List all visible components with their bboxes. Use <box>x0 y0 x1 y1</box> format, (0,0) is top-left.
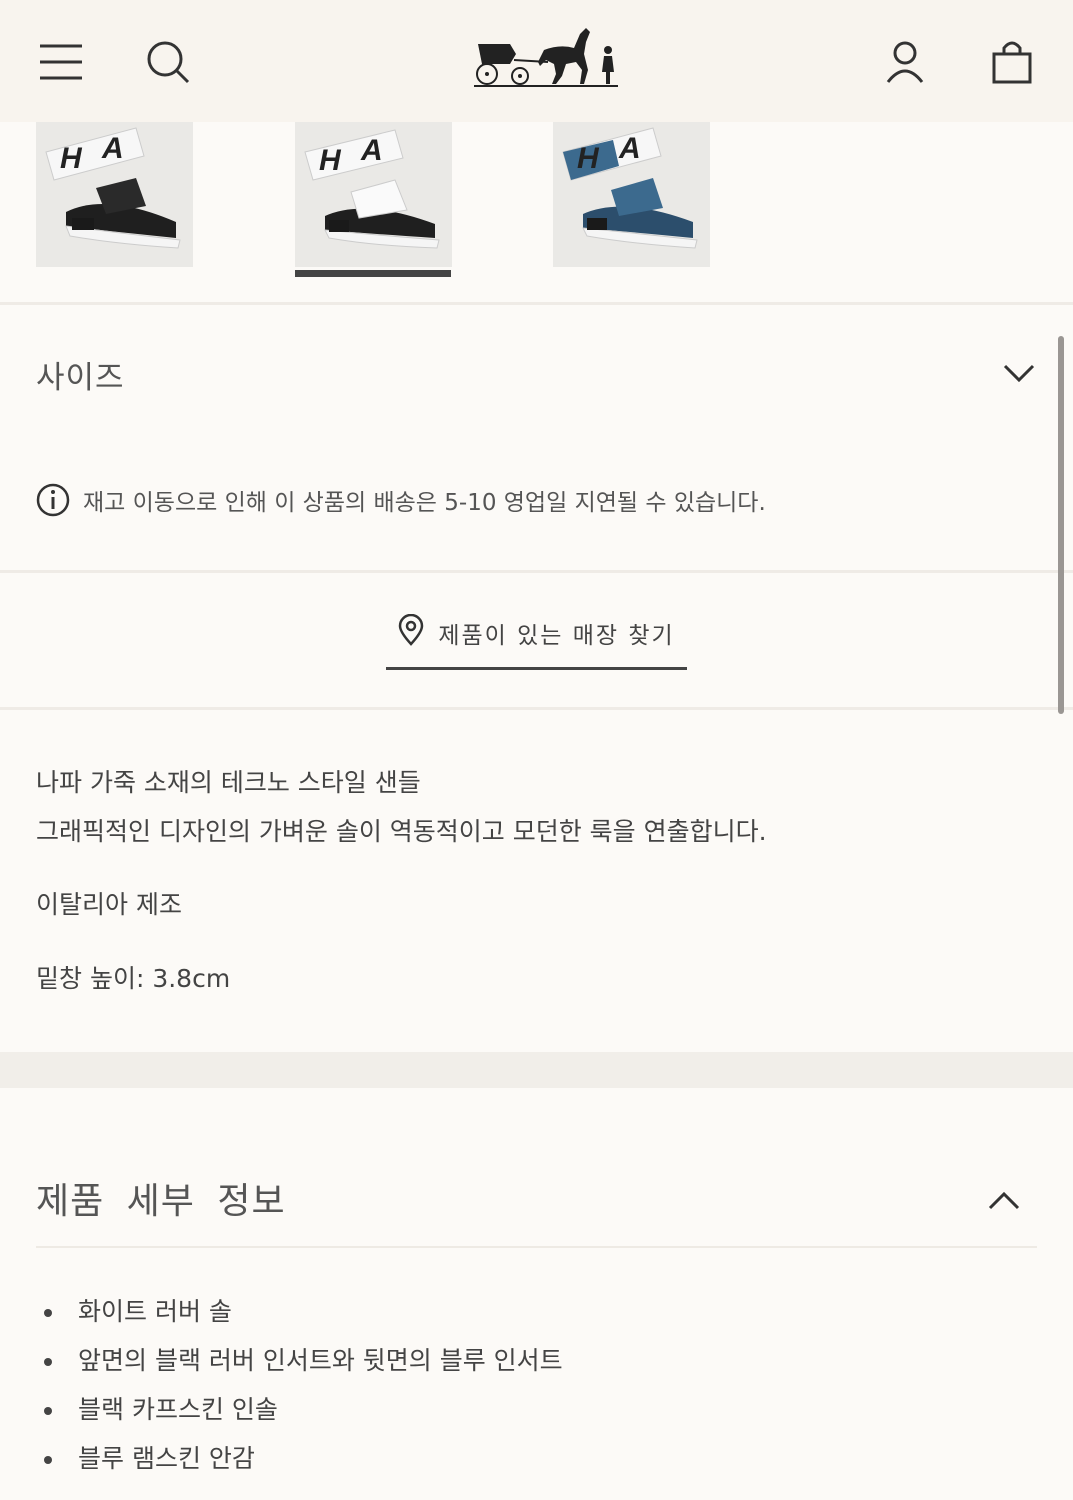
sandal-blue-image: H A <box>553 122 710 267</box>
section-separator <box>0 1052 1073 1088</box>
description-line: 나파 가죽 소재의 테크노 스타일 샌들 <box>36 768 421 797</box>
thumbnail-blue[interactable]: H A <box>553 122 710 267</box>
product-details-title: 제품 세부 정보 <box>36 1181 286 1222</box>
origin-text: 이탈리아 제조 <box>36 890 182 919</box>
thumbnail-white[interactable]: H A <box>295 122 452 267</box>
color-thumbnails: H A H A H A <box>0 122 1073 304</box>
thumbnail-selected-indicator <box>295 270 451 277</box>
description-line: 그래픽적인 디자인의 가벼운 솔이 역동적이고 모던한 룩을 연출합니다. <box>36 817 767 846</box>
sandal-white-image: H A <box>295 122 452 267</box>
chevron-down-icon <box>1003 364 1035 383</box>
user-icon <box>886 41 924 83</box>
chevron-up-icon <box>988 1191 1020 1210</box>
location-pin-icon <box>399 614 424 646</box>
size-label: 사이즈 <box>36 360 125 396</box>
sole-height-text: 밑창 높이: 3.8cm <box>36 964 231 993</box>
shipping-notice-text: 재고 이동으로 인해 이 상품의 배송은 5-10 영업일 지연될 수 있습니다… <box>83 490 766 516</box>
shopping-bag-icon <box>992 41 1032 84</box>
list-item: 앞면의 블랙 러버 인서트와 뒷면의 블루 인서트 <box>44 1341 563 1390</box>
search-icon <box>147 41 190 84</box>
shipping-notice: 재고 이동으로 인해 이 상품의 배송은 5-10 영업일 지연될 수 있습니다… <box>36 483 766 517</box>
svg-text:H: H <box>319 144 342 177</box>
list-item: 블루 램스킨 안감 <box>44 1439 563 1488</box>
scrollbar[interactable] <box>1058 336 1064 714</box>
divider <box>0 707 1073 710</box>
divider <box>36 1246 1037 1248</box>
svg-text:A: A <box>101 132 124 165</box>
product-details-header[interactable]: 제품 세부 정보 <box>0 1150 1073 1240</box>
svg-text:H: H <box>577 142 600 175</box>
svg-text:A: A <box>360 134 383 167</box>
list-item: 블랙 카프스킨 인솔 <box>44 1390 563 1439</box>
svg-text:A: A <box>618 132 641 165</box>
brand-logo[interactable] <box>470 20 622 90</box>
sandal-black-image: H A <box>36 122 193 267</box>
header <box>0 0 1073 122</box>
svg-text:H: H <box>60 142 83 175</box>
info-icon <box>36 483 70 517</box>
carriage-horse-logo <box>474 28 618 87</box>
thumbnail-black[interactable]: H A <box>36 122 193 267</box>
menu-button[interactable] <box>35 36 87 88</box>
divider <box>0 570 1073 573</box>
size-selector[interactable]: 사이즈 <box>0 305 1073 440</box>
hamburger-menu-icon <box>40 44 82 80</box>
find-store-label: 제품이 있는 매장 찾기 <box>438 623 675 649</box>
list-item: 화이트 러버 솔 <box>44 1292 563 1341</box>
find-store-link[interactable]: 제품이 있는 매장 찾기 <box>386 612 687 670</box>
cart-button[interactable] <box>986 36 1038 88</box>
product-details-list: 화이트 러버 솔 앞면의 블랙 러버 인서트와 뒷면의 블루 인서트 블랙 카프… <box>44 1292 563 1488</box>
search-button[interactable] <box>142 36 194 88</box>
account-button[interactable] <box>879 36 931 88</box>
